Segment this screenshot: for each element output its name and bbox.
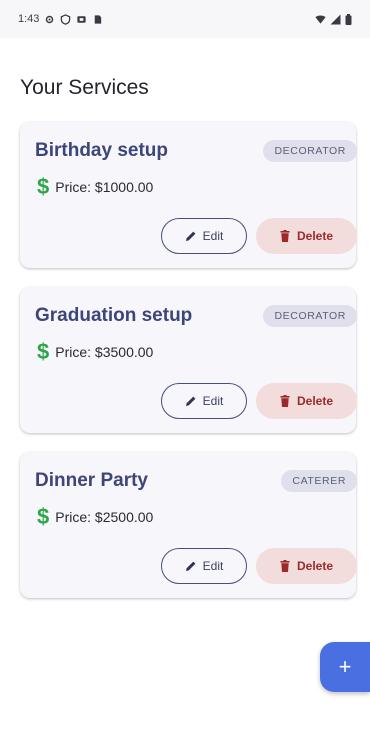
trash-icon [280, 560, 290, 572]
delete-button[interactable]: Delete [256, 548, 357, 584]
edit-label: Edit [202, 229, 224, 243]
delete-label: Delete [296, 229, 334, 243]
dollar-icon: $ [37, 174, 50, 199]
pencil-icon [185, 396, 196, 406]
delete-button[interactable]: Delete [256, 383, 357, 419]
price-row: $ Price: $2500.00 [37, 506, 153, 528]
service-price: Price: $2500.00 [55, 509, 154, 525]
page-title: Your Services [20, 76, 149, 99]
edit-button[interactable]: Edit [161, 548, 247, 584]
status-bar: 1:43 [0, 0, 370, 38]
sim-icon [92, 14, 103, 25]
pencil-icon [185, 231, 196, 241]
category-badge: DECORATOR [263, 305, 357, 327]
edit-button[interactable]: Edit [161, 218, 247, 254]
main-content: Your Services Birthday setup DECORATOR $… [0, 38, 370, 729]
price-row: $ Price: $3500.00 [37, 341, 153, 363]
add-service-button[interactable]: + [320, 642, 370, 692]
dollar-icon: $ [37, 504, 50, 529]
status-right [315, 13, 356, 25]
trash-icon [280, 395, 290, 407]
delete-button[interactable]: Delete [256, 218, 357, 254]
wifi-icon [315, 14, 326, 25]
service-card: Birthday setup DECORATOR $ Price: $1000.… [20, 122, 357, 268]
dollar-icon: $ [37, 339, 50, 364]
signal-icon [330, 14, 341, 25]
edit-label: Edit [202, 394, 224, 408]
pencil-icon [185, 561, 196, 571]
edit-label: Edit [202, 559, 224, 573]
media-icon [76, 14, 87, 25]
service-price: Price: $1000.00 [55, 179, 154, 195]
shield-icon [60, 13, 71, 25]
price-row: $ Price: $1000.00 [37, 176, 153, 198]
service-name: Graduation setup [35, 305, 193, 326]
service-name: Birthday setup [35, 140, 169, 161]
status-left: 1:43 [18, 13, 103, 25]
category-badge: DECORATOR [263, 140, 357, 162]
settings-icon [44, 14, 55, 25]
service-card: Graduation setup DECORATOR $ Price: $350… [20, 287, 357, 433]
service-name: Dinner Party [35, 470, 148, 491]
plus-icon: + [338, 654, 352, 679]
status-time: 1:43 [18, 13, 40, 25]
delete-label: Delete [296, 394, 334, 408]
service-card: Dinner Party CATERER $ Price: $2500.00 E… [20, 452, 357, 598]
category-badge: CATERER [281, 470, 357, 492]
trash-icon [280, 230, 290, 242]
delete-label: Delete [296, 559, 334, 573]
service-price: Price: $3500.00 [55, 344, 154, 360]
battery-icon [345, 13, 356, 25]
edit-button[interactable]: Edit [161, 383, 247, 419]
